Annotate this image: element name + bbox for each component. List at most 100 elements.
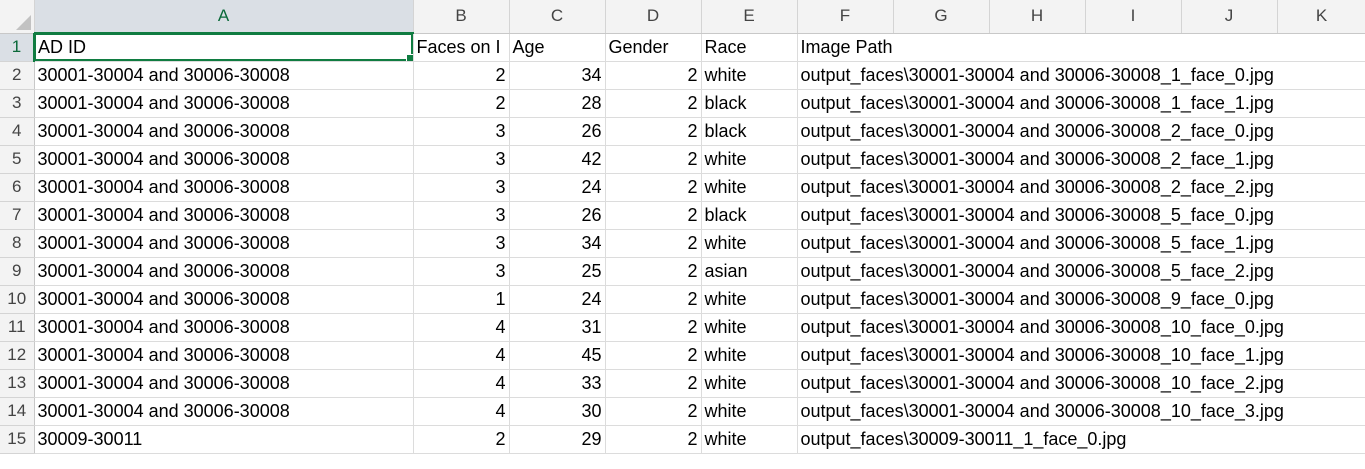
select-all-corner[interactable] xyxy=(0,0,35,34)
column-header-j[interactable]: J xyxy=(1181,0,1278,34)
cell-gender[interactable]: 2 xyxy=(605,173,702,202)
cell-ad-id[interactable]: 30001-30004 and 30006-30008 xyxy=(34,341,414,370)
row-header[interactable]: 10 xyxy=(0,285,35,314)
cell-gender[interactable]: 2 xyxy=(605,425,702,454)
column-header-c[interactable]: C xyxy=(509,0,606,34)
cell-a1-header-ad-id[interactable]: AD ID xyxy=(34,33,414,62)
cell-image-path[interactable]: output_faces\30001-30004 and 30006-30008… xyxy=(797,229,1365,258)
cell-image-path[interactable]: output_faces\30001-30004 and 30006-30008… xyxy=(797,173,1365,202)
cell-image-path[interactable]: output_faces\30001-30004 and 30006-30008… xyxy=(797,313,1365,342)
cell-age[interactable]: 33 xyxy=(509,369,606,398)
cell-age[interactable]: 26 xyxy=(509,117,606,146)
cell-age[interactable]: 29 xyxy=(509,425,606,454)
cell-race[interactable]: white xyxy=(701,341,798,370)
cell-ad-id[interactable]: 30001-30004 and 30006-30008 xyxy=(34,145,414,174)
cell-ad-id[interactable]: 30001-30004 and 30006-30008 xyxy=(34,61,414,90)
cell-image-path[interactable]: output_faces\30001-30004 and 30006-30008… xyxy=(797,145,1365,174)
cell-race[interactable]: white xyxy=(701,397,798,426)
cell-faces[interactable]: 4 xyxy=(413,397,510,426)
cell-c1-header-age[interactable]: Age xyxy=(509,33,606,62)
cell-race[interactable]: black xyxy=(701,201,798,230)
column-header-i[interactable]: I xyxy=(1085,0,1182,34)
cell-age[interactable]: 34 xyxy=(509,61,606,90)
cell-race[interactable]: black xyxy=(701,89,798,118)
cell-race[interactable]: black xyxy=(701,117,798,146)
column-header-k[interactable]: K xyxy=(1277,0,1365,34)
cell-gender[interactable]: 2 xyxy=(605,117,702,146)
cell-faces[interactable]: 4 xyxy=(413,341,510,370)
cell-age[interactable]: 42 xyxy=(509,145,606,174)
cell-faces[interactable]: 2 xyxy=(413,425,510,454)
cell-image-path[interactable]: output_faces\30001-30004 and 30006-30008… xyxy=(797,341,1365,370)
cell-faces[interactable]: 3 xyxy=(413,257,510,286)
column-header-g[interactable]: G xyxy=(893,0,990,34)
cell-age[interactable]: 26 xyxy=(509,201,606,230)
cell-age[interactable]: 24 xyxy=(509,285,606,314)
row-header[interactable]: 13 xyxy=(0,369,35,398)
cell-age[interactable]: 30 xyxy=(509,397,606,426)
row-header[interactable]: 12 xyxy=(0,341,35,370)
cell-age[interactable]: 31 xyxy=(509,313,606,342)
row-header[interactable]: 7 xyxy=(0,201,35,230)
cell-ad-id[interactable]: 30001-30004 and 30006-30008 xyxy=(34,173,414,202)
column-header-h[interactable]: H xyxy=(989,0,1086,34)
cell-race[interactable]: white xyxy=(701,145,798,174)
cell-image-path[interactable]: output_faces\30001-30004 and 30006-30008… xyxy=(797,201,1365,230)
cell-gender[interactable]: 2 xyxy=(605,89,702,118)
cell-race[interactable]: white xyxy=(701,425,798,454)
row-header[interactable]: 11 xyxy=(0,313,35,342)
row-header[interactable]: 8 xyxy=(0,229,35,258)
cell-race[interactable]: white xyxy=(701,285,798,314)
cell-ad-id[interactable]: 30001-30004 and 30006-30008 xyxy=(34,117,414,146)
cell-race[interactable]: asian xyxy=(701,257,798,286)
cell-e1-header-race[interactable]: Race xyxy=(701,33,798,62)
cell-gender[interactable]: 2 xyxy=(605,257,702,286)
cell-faces[interactable]: 4 xyxy=(413,369,510,398)
cell-image-path[interactable]: output_faces\30001-30004 and 30006-30008… xyxy=(797,257,1365,286)
row-header[interactable]: 15 xyxy=(0,425,35,454)
column-header-d[interactable]: D xyxy=(605,0,702,34)
cell-gender[interactable]: 2 xyxy=(605,313,702,342)
cell-ad-id[interactable]: 30001-30004 and 30006-30008 xyxy=(34,313,414,342)
cell-faces[interactable]: 2 xyxy=(413,61,510,90)
cell-faces[interactable]: 3 xyxy=(413,117,510,146)
row-header[interactable]: 4 xyxy=(0,117,35,146)
cell-ad-id[interactable]: 30001-30004 and 30006-30008 xyxy=(34,285,414,314)
fill-handle[interactable] xyxy=(405,53,412,60)
cell-image-path[interactable]: output_faces\30001-30004 and 30006-30008… xyxy=(797,369,1365,398)
cell-gender[interactable]: 2 xyxy=(605,229,702,258)
column-header-b[interactable]: B xyxy=(413,0,510,34)
cell-image-path[interactable]: output_faces\30001-30004 and 30006-30008… xyxy=(797,397,1365,426)
cell-f1-header-image-path[interactable]: Image Path xyxy=(797,33,1365,62)
row-header[interactable]: 14 xyxy=(0,397,35,426)
cell-b1-header-faces[interactable]: Faces on I xyxy=(413,33,510,62)
cell-gender[interactable]: 2 xyxy=(605,285,702,314)
cell-race[interactable]: white xyxy=(701,173,798,202)
cell-faces[interactable]: 3 xyxy=(413,173,510,202)
cell-gender[interactable]: 2 xyxy=(605,369,702,398)
cell-ad-id[interactable]: 30001-30004 and 30006-30008 xyxy=(34,397,414,426)
row-header-1[interactable]: 1 xyxy=(0,33,35,62)
cell-image-path[interactable]: output_faces\30001-30004 and 30006-30008… xyxy=(797,285,1365,314)
column-header-f[interactable]: F xyxy=(797,0,894,34)
cell-gender[interactable]: 2 xyxy=(605,397,702,426)
cell-image-path[interactable]: output_faces\30009-30011_1_face_0.jpg xyxy=(797,425,1365,454)
cell-ad-id[interactable]: 30001-30004 and 30006-30008 xyxy=(34,229,414,258)
cell-ad-id[interactable]: 30009-30011 xyxy=(34,425,414,454)
cell-race[interactable]: white xyxy=(701,369,798,398)
cell-faces[interactable]: 1 xyxy=(413,285,510,314)
cell-age[interactable]: 28 xyxy=(509,89,606,118)
cell-ad-id[interactable]: 30001-30004 and 30006-30008 xyxy=(34,257,414,286)
cell-faces[interactable]: 3 xyxy=(413,201,510,230)
cell-image-path[interactable]: output_faces\30001-30004 and 30006-30008… xyxy=(797,117,1365,146)
row-header[interactable]: 6 xyxy=(0,173,35,202)
column-header-a[interactable]: A xyxy=(34,0,414,34)
cell-race[interactable]: white xyxy=(701,229,798,258)
cell-age[interactable]: 45 xyxy=(509,341,606,370)
row-header[interactable]: 2 xyxy=(0,61,35,90)
cell-faces[interactable]: 3 xyxy=(413,229,510,258)
cell-ad-id[interactable]: 30001-30004 and 30006-30008 xyxy=(34,369,414,398)
cell-d1-header-gender[interactable]: Gender xyxy=(605,33,702,62)
cell-faces[interactable]: 3 xyxy=(413,145,510,174)
column-header-e[interactable]: E xyxy=(701,0,798,34)
